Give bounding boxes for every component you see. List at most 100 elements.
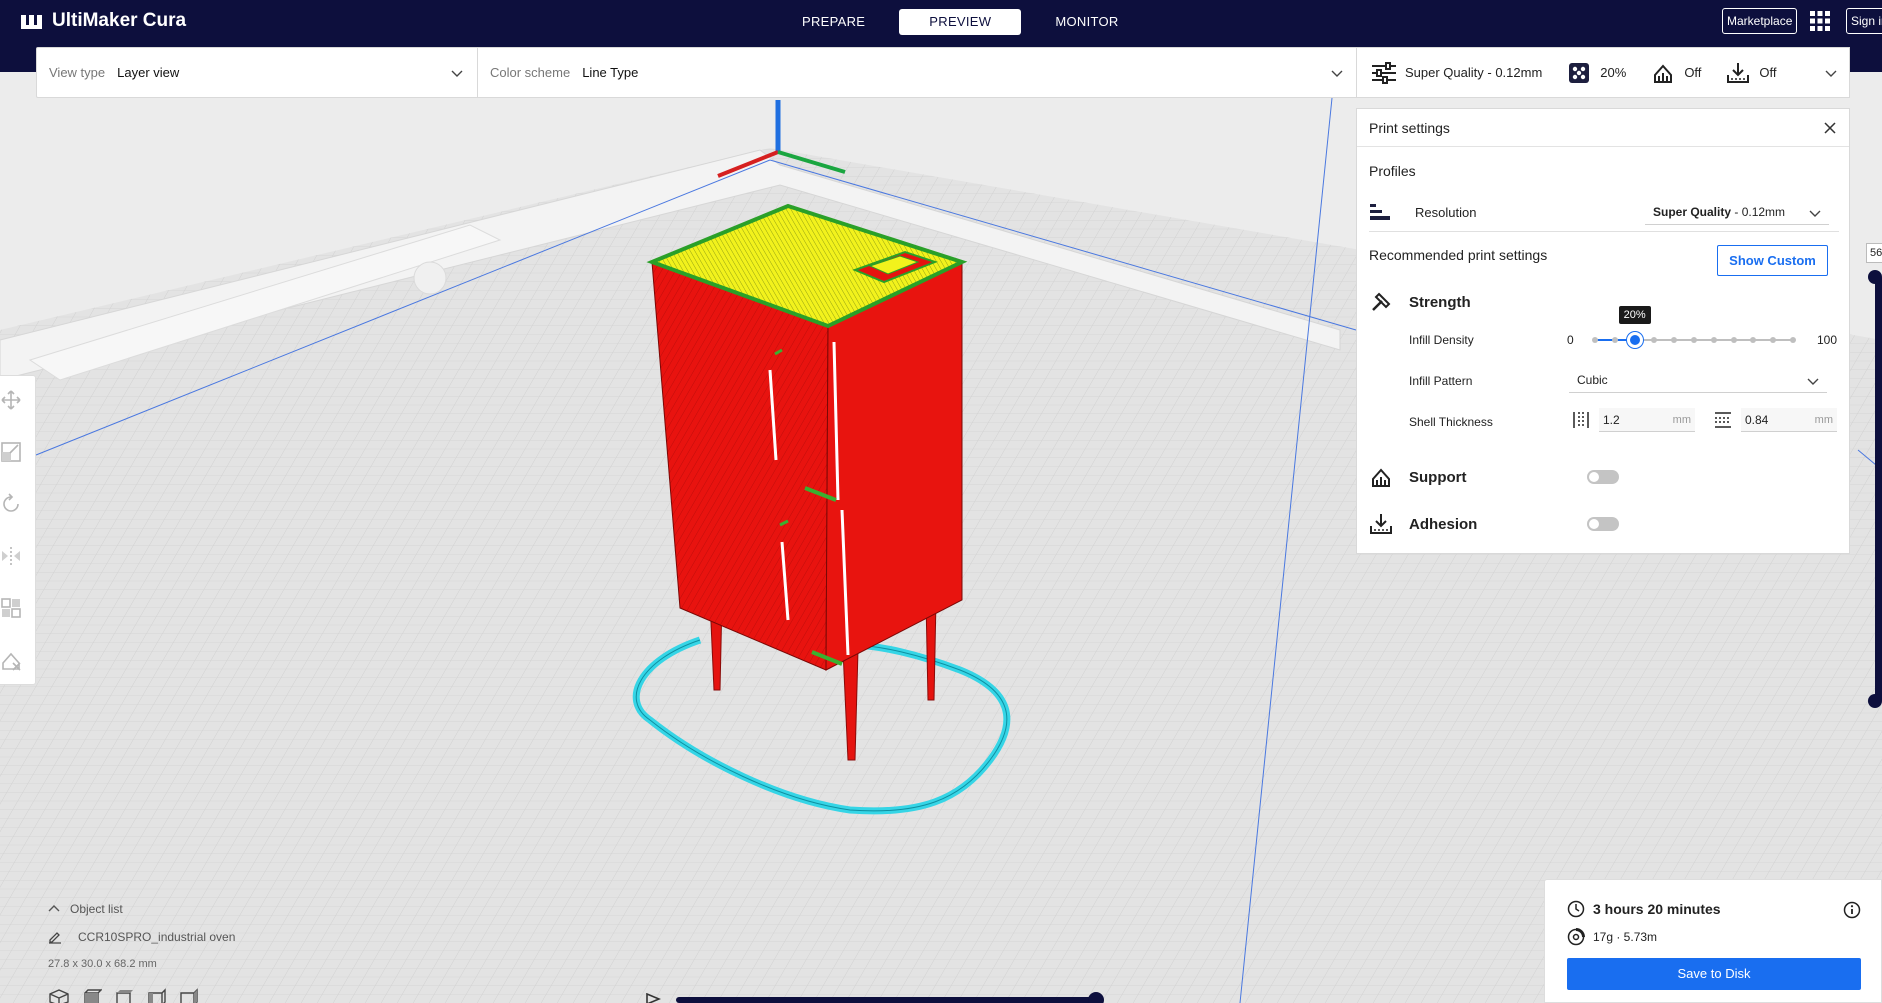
print-action-panel: 3 hours 20 minutes 17g · 5.73m Save to D… [1544,879,1882,1003]
color-scheme-dropdown[interactable]: Color scheme Line Type [478,48,1357,97]
mirror-tool-icon[interactable] [0,545,22,567]
top-bottom-thickness-input[interactable]: 0.84 mm [1741,408,1837,432]
resolution-dropdown[interactable]: Super Quality - 0.12mm [1645,199,1829,225]
show-custom-button[interactable]: Show Custom [1717,245,1828,276]
tab-preview[interactable]: PREVIEW [899,9,1022,35]
object-list-toggle[interactable]: Object list [48,902,123,916]
chevron-up-icon [48,905,60,912]
unit-label: mm [1814,414,1833,426]
scale-tool-icon[interactable] [0,441,22,463]
slider-tick [1770,337,1777,343]
slider-tick [1611,337,1618,343]
color-scheme-value: Line Type [582,65,639,80]
adhesion-summary: Off [1725,61,1777,85]
divider [1369,231,1839,232]
tab-prepare[interactable]: PREPARE [782,9,885,35]
slider-handle[interactable] [1626,332,1643,348]
recommended-settings-label: Recommended print settings [1369,247,1548,263]
play-icon[interactable] [645,993,661,1003]
move-tool-icon[interactable] [0,389,22,411]
infill-pattern-dropdown[interactable]: Cubic [1569,367,1827,393]
apps-grid-icon[interactable] [1810,11,1830,31]
slider-max-label: 100 [1816,333,1837,347]
hammer-icon [1372,292,1391,311]
simulation-slider-handle[interactable] [1088,992,1104,1003]
chevron-down-icon [1807,378,1819,385]
layer-slider-top-handle[interactable] [1868,270,1882,284]
slider-value-tooltip: 20% [1618,306,1651,324]
chevron-down-icon [1809,210,1821,217]
view-left-icon[interactable] [144,988,166,1003]
adhesion-toggle[interactable] [1587,517,1619,531]
print-settings-panel: Print settings Profiles Resolution Super… [1356,108,1850,554]
adhesion-summary-label: Off [1759,65,1777,80]
view-3d-icon[interactable] [48,988,70,1003]
adhesion-section: Adhesion [1369,509,1839,539]
profile-summary: Super Quality - 0.12mm [1371,61,1542,85]
simulation-slider-track[interactable] [676,997,1098,1003]
adhesion-icon [1727,62,1750,83]
rotate-tool-icon[interactable] [0,493,22,515]
shell-thickness-label: Shell Thickness [1409,415,1493,429]
view-right-icon[interactable] [176,988,198,1003]
infill-summary-label: 20% [1600,65,1627,80]
support-summary-label: Off [1684,65,1702,80]
slider-tick [1790,337,1796,343]
wall-thickness-input[interactable]: 1.2 mm [1599,408,1695,432]
wall-thickness-value: 1.2 [1603,413,1620,427]
spool-icon [1567,928,1585,946]
slider-tick [1691,337,1697,343]
camera-view-buttons [48,988,198,1003]
infill-pattern-label: Infill Pattern [1409,374,1473,388]
close-icon[interactable] [1823,121,1837,135]
print-time: 3 hours 20 minutes [1593,901,1721,917]
stage-tabs: PREPARE PREVIEW MONITOR [782,9,1139,35]
view-front-icon[interactable] [80,988,102,1003]
infill-density-slider[interactable]: 0 20% 100 [1567,306,1837,355]
material-usage: 17g · 5.73m [1593,930,1658,944]
tool-panel [0,375,36,685]
slider-tick [1651,337,1658,343]
profile-summary-label: Super Quality - 0.12mm [1405,65,1543,80]
support-blocker-icon[interactable] [0,649,22,671]
view-top-icon[interactable] [112,988,134,1003]
support-icon [1372,468,1390,487]
layer-number-input[interactable]: 56 [1866,243,1882,263]
info-icon[interactable] [1843,901,1861,919]
layer-slider-track[interactable] [1875,275,1882,703]
support-toggle[interactable] [1587,470,1619,484]
slider-tick [1710,337,1717,343]
view-type-dropdown[interactable]: View type Layer view [37,48,478,97]
panel-header: Print settings [1357,109,1849,147]
view-type-value: Layer view [117,65,180,80]
slider-tick [1671,337,1678,343]
chevron-down-icon [1825,70,1837,77]
top-bottom-thickness-group: 0.84 mm [1713,408,1837,432]
slider-tick [1750,337,1757,343]
support-summary: Off [1650,61,1701,85]
app-brand: UltiMaker Cura [20,10,186,32]
wall-thickness-group: 1.2 mm [1571,408,1695,432]
object-list-label: Object list [70,902,123,916]
slider-tick [1730,337,1737,343]
slider-tick [1592,337,1598,343]
view-options-bar: View type Layer view Color scheme Line T… [36,47,1358,98]
resolution-row: Resolution Super Quality - 0.12mm [1369,195,1839,229]
top-bottom-thickness-value: 0.84 [1745,413,1769,427]
per-model-settings-icon[interactable] [0,597,22,619]
top-bottom-thickness-icon [1715,412,1731,428]
infill-summary: 20% [1566,61,1626,85]
unit-label: mm [1672,414,1691,426]
strength-title: Strength [1409,293,1471,311]
object-item[interactable]: CCR10SPRO_industrial oven [48,930,235,944]
sign-in-button[interactable]: Sign in [1846,8,1882,34]
print-setup-selector[interactable]: Super Quality - 0.12mm 20% Off Off [1356,47,1850,98]
panel-title: Print settings [1369,119,1450,136]
tab-monitor[interactable]: MONITOR [1035,9,1138,35]
save-to-disk-button[interactable]: Save to Disk [1567,958,1861,990]
marketplace-button[interactable]: Marketplace [1722,8,1798,34]
layer-slider-bottom-handle[interactable] [1868,694,1882,708]
pencil-icon[interactable] [48,930,62,944]
object-list: Object list CCR10SPRO_industrial oven 27… [48,900,408,1003]
chevron-down-icon [451,70,463,77]
